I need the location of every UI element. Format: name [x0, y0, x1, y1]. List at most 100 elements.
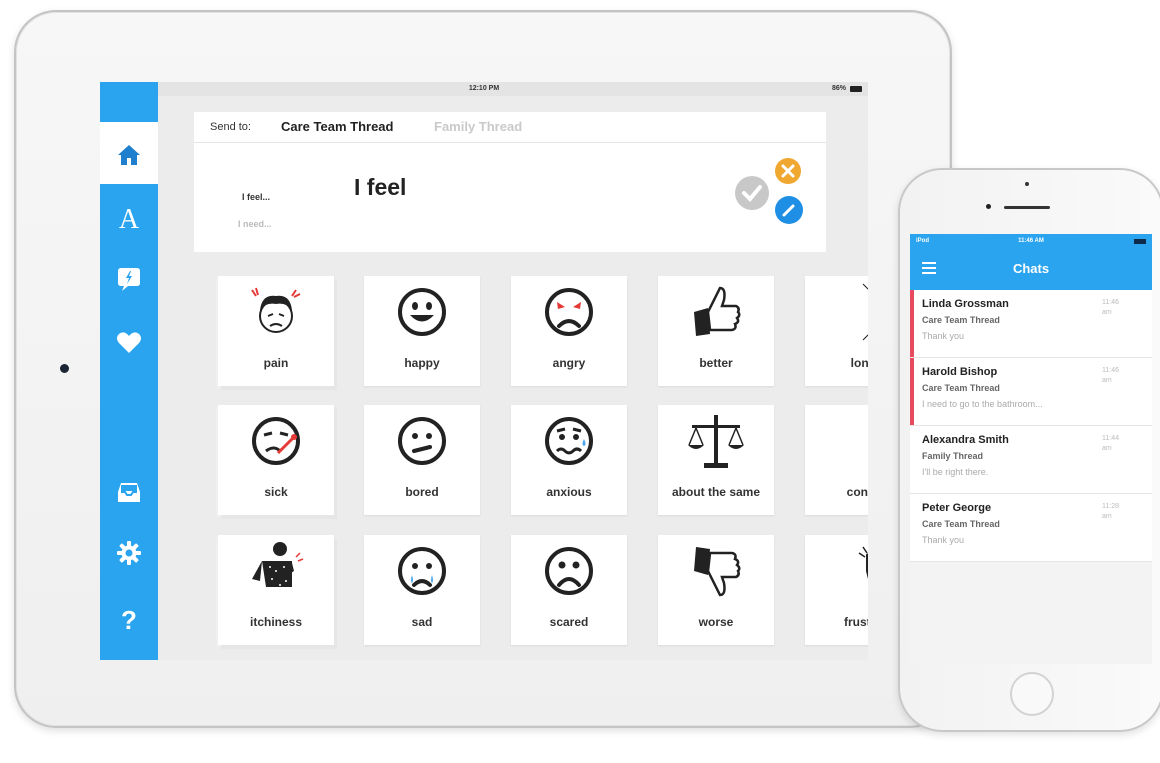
ipad-camera [60, 364, 69, 373]
status-time: 11:46 AM [1018, 238, 1044, 244]
tile-label: happy [404, 356, 440, 370]
thumbs-down-icon [694, 547, 741, 597]
lonely-figure-icon [862, 283, 868, 341]
sidebar-item-favorites[interactable] [100, 327, 158, 361]
chat-row[interactable]: Harold Bishop Care Team Thread I need to… [910, 358, 1152, 426]
tile-label: confu [846, 485, 868, 499]
tile-label: anxious [546, 485, 592, 499]
chat-message: I'll be right there. [922, 467, 989, 477]
angry-face-icon [545, 288, 593, 336]
tile-label: itchiness [249, 615, 303, 629]
tile-label: bored [405, 485, 439, 499]
chat-time: 11:44 am [1102, 435, 1119, 452]
tile-label: sad [411, 615, 433, 629]
tile-sick[interactable]: sick [218, 405, 334, 515]
tile-angry[interactable]: angry [511, 276, 627, 386]
chat-message: I need to go to the bathroom... [922, 399, 1043, 409]
tile-sad[interactable]: sad [364, 535, 480, 645]
tools-button[interactable] [775, 158, 801, 184]
question-icon: ? [121, 605, 137, 635]
page-title: Chats [1012, 261, 1050, 276]
tile-label: scared [549, 615, 589, 629]
chat-thread: Care Team Thread [922, 383, 1000, 393]
edit-button[interactable] [775, 196, 803, 224]
tile-label: better [699, 356, 733, 370]
sad-face-icon [398, 547, 446, 595]
ipad-screen: iPad 12:10 PM 86% A [100, 82, 868, 660]
tile-pain[interactable]: pain [218, 276, 334, 386]
sidebar-item-settings[interactable] [100, 536, 158, 570]
pencil-icon [782, 204, 795, 217]
chat-time: 11:46 am [1102, 367, 1119, 384]
chat-row[interactable]: Alexandra Smith Family Thread I'll be ri… [910, 426, 1152, 494]
alert-bubble-icon [118, 268, 140, 291]
tile-scared[interactable]: scared [511, 535, 627, 645]
tile-bored[interactable]: bored [364, 405, 480, 515]
sidebar-item-alphabet[interactable]: A [100, 200, 158, 240]
tile-label: pain [263, 356, 289, 370]
send-to-bar: Send to: Care Team Thread Family Thread [194, 112, 826, 143]
tools-icon [781, 164, 795, 178]
thumbs-up-icon [694, 286, 741, 336]
home-button[interactable] [1010, 672, 1054, 716]
chats-nav-bar: Chats [910, 248, 1152, 290]
ipad-device: iPad 12:10 PM 86% A [14, 10, 952, 728]
anxious-face-icon [545, 417, 593, 465]
inbox-icon [118, 483, 140, 502]
battery-icon [850, 86, 862, 92]
sidebar-item-inbox[interactable] [100, 477, 158, 511]
sidebar-item-alerts[interactable] [100, 262, 158, 296]
battery-icon [1134, 239, 1146, 244]
chat-message: Thank you [922, 535, 965, 545]
iphone-camera [986, 204, 991, 209]
confirm-button[interactable] [735, 176, 769, 210]
frustrated-hands-icon [858, 546, 868, 580]
sidebar-item-home[interactable] [100, 122, 158, 184]
tab-care-team-thread[interactable]: Care Team Thread [281, 119, 393, 134]
iphone-speaker [1004, 206, 1050, 209]
pain-face-icon [251, 287, 301, 333]
tile-itchiness[interactable]: itchiness [218, 535, 334, 645]
tile-label: lone [850, 356, 868, 370]
send-to-label: Send to: [210, 121, 251, 133]
tile-label: frustra [843, 615, 868, 629]
iphone-status-bar: iPod 11:46 AM [910, 234, 1152, 248]
tile-label: angry [552, 356, 586, 370]
tile-anxious[interactable]: anxious [511, 405, 627, 515]
chat-time: 11:28 am [1102, 503, 1119, 520]
scared-face-icon [545, 547, 593, 595]
tile-frustrated[interactable]: frustra [805, 535, 868, 645]
home-icon [118, 145, 140, 165]
tile-about-the-same[interactable]: about the same [658, 405, 774, 515]
happy-face-icon [398, 288, 446, 336]
scale-icon [688, 415, 744, 468]
compose-panel: Send to: Care Team Thread Family Thread … [194, 112, 826, 252]
chat-message: Thank you [922, 331, 965, 341]
sidebar: A ? [100, 82, 158, 660]
iphone-sensor [1025, 182, 1029, 186]
chat-sender: Harold Bishop [922, 366, 998, 378]
option-i-need[interactable]: I need... [238, 219, 272, 229]
check-icon [742, 185, 762, 202]
tile-happy[interactable]: happy [364, 276, 480, 386]
chat-row[interactable]: Linda Grossman Care Team Thread Thank yo… [910, 290, 1152, 358]
iphone-screen: iPod 11:46 AM Chats Linda Grossman Care … [910, 234, 1152, 664]
option-i-feel[interactable]: I feel... [242, 192, 270, 202]
chat-row[interactable]: Peter George Care Team Thread Thank you … [910, 494, 1152, 562]
iphone-device: iPod 11:46 AM Chats Linda Grossman Care … [898, 168, 1160, 732]
battery-percent: 86% [831, 85, 846, 92]
sidebar-item-help[interactable]: ? [100, 600, 158, 640]
chat-sender: Peter George [922, 502, 992, 514]
itchiness-figure-icon [252, 542, 304, 587]
tile-confused[interactable]: confu [805, 405, 868, 515]
letter-a-icon: A [118, 204, 140, 235]
tile-label: about the same [671, 485, 761, 499]
confused-face-icon [833, 411, 868, 471]
heart-icon [117, 332, 141, 353]
tile-worse[interactable]: worse [658, 535, 774, 645]
chat-sender: Linda Grossman [922, 298, 1009, 310]
tile-lonely[interactable]: lone [805, 276, 868, 386]
chat-thread: Family Thread [922, 451, 984, 461]
tab-family-thread[interactable]: Family Thread [434, 119, 522, 134]
tile-better[interactable]: better [658, 276, 774, 386]
